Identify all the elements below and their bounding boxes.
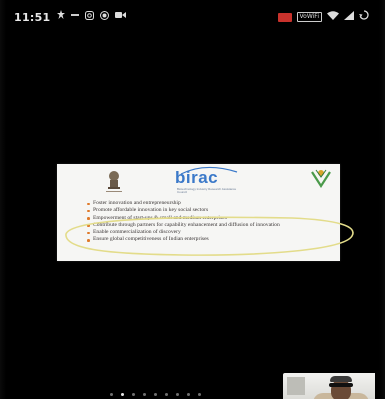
notification-icon	[56, 10, 65, 24]
screen-edge-left	[0, 0, 6, 399]
page-dot[interactable]	[165, 393, 168, 396]
page-dot[interactable]	[110, 393, 113, 396]
sync-icon	[359, 10, 369, 24]
page-dot[interactable]	[154, 393, 157, 396]
person-head	[331, 379, 351, 399]
wifi-icon	[327, 10, 339, 24]
status-time: 11:51	[14, 10, 51, 24]
list-item: Ensure global competitiveness of Indian …	[87, 236, 332, 243]
record-icon	[99, 10, 109, 24]
red-app-icon	[277, 12, 292, 22]
slide-header: birac Biotechnology Industry Research As…	[57, 164, 340, 200]
minus-icon	[70, 10, 79, 24]
video-icon	[114, 11, 126, 23]
birac-logo-text: birac	[175, 168, 219, 187]
screen: 11:51 VoWiFi birac Biotechnology Industr…	[0, 0, 385, 399]
page-dot[interactable]	[132, 393, 135, 396]
slide-bullet-list: Foster innovation and entrepreneurship P…	[87, 200, 332, 244]
signal-icon	[344, 10, 354, 24]
page-dot[interactable]	[143, 393, 146, 396]
page-indicator[interactable]	[110, 393, 201, 396]
page-dot[interactable]	[176, 393, 179, 396]
person-cap	[330, 376, 352, 382]
partner-logo-icon	[310, 168, 332, 189]
india-emblem-icon	[105, 170, 123, 194]
list-item: Empowerment of start-ups & small and med…	[87, 215, 332, 222]
self-video-thumbnail[interactable]	[283, 373, 375, 399]
birac-logo-subtitle: Biotechnology Industry Research Assistan…	[177, 187, 237, 194]
instagram-icon	[84, 10, 94, 24]
screen-edge-right	[379, 0, 385, 399]
list-item: Promote affordable innovation in key soc…	[87, 207, 332, 214]
volte-icon: VoWiFi	[296, 12, 322, 22]
background-object	[287, 377, 305, 395]
page-dot[interactable]	[187, 393, 190, 396]
status-bar: 11:51 VoWiFi	[14, 8, 369, 26]
page-dot[interactable]	[198, 393, 201, 396]
birac-logo: birac Biotechnology Industry Research As…	[175, 166, 245, 196]
presentation-slide: birac Biotechnology Industry Research As…	[57, 164, 340, 261]
page-dot-active[interactable]	[121, 393, 124, 396]
person-glasses	[329, 383, 353, 387]
